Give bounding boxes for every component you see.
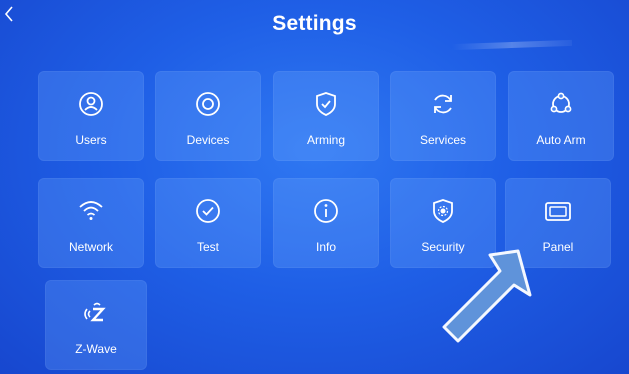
user-circle-icon	[76, 89, 106, 119]
tile-label: Devices	[186, 133, 230, 147]
tile-label: Users	[75, 133, 107, 147]
page-title: Settings	[272, 12, 357, 35]
tile-users[interactable]: Users	[38, 71, 144, 161]
refresh-icon	[428, 89, 458, 119]
tile-label: Auto Arm	[536, 133, 586, 147]
tile-label: Test	[196, 240, 219, 254]
tile-auto-arm[interactable]: Auto Arm	[508, 71, 614, 161]
tile-label: Services	[419, 133, 466, 147]
tile-test[interactable]: Test	[155, 178, 261, 268]
tile-services[interactable]: Services	[390, 71, 496, 161]
shield-gear-icon	[428, 196, 458, 226]
wifi-icon	[76, 196, 106, 226]
panel-icon	[543, 196, 573, 226]
info-icon	[311, 196, 341, 226]
tile-info[interactable]: Info	[273, 178, 379, 268]
auto-arm-icon	[546, 89, 576, 119]
tile-z-wave[interactable]: Z-Wave	[45, 280, 147, 370]
tile-arming[interactable]: Arming	[273, 71, 379, 161]
zwave-icon	[81, 298, 111, 328]
screen-glare	[451, 39, 573, 51]
tile-devices[interactable]: Devices	[155, 71, 261, 161]
pointer-arrow	[442, 249, 532, 343]
tile-label: Z-Wave	[75, 342, 117, 356]
tile-network[interactable]: Network	[38, 178, 144, 268]
tile-label: Network	[68, 240, 113, 254]
tile-label: Arming	[306, 133, 345, 147]
devices-icon	[193, 89, 223, 119]
check-circle-icon	[193, 196, 223, 226]
tile-label: Info	[315, 240, 336, 254]
shield-check-icon	[311, 89, 341, 119]
